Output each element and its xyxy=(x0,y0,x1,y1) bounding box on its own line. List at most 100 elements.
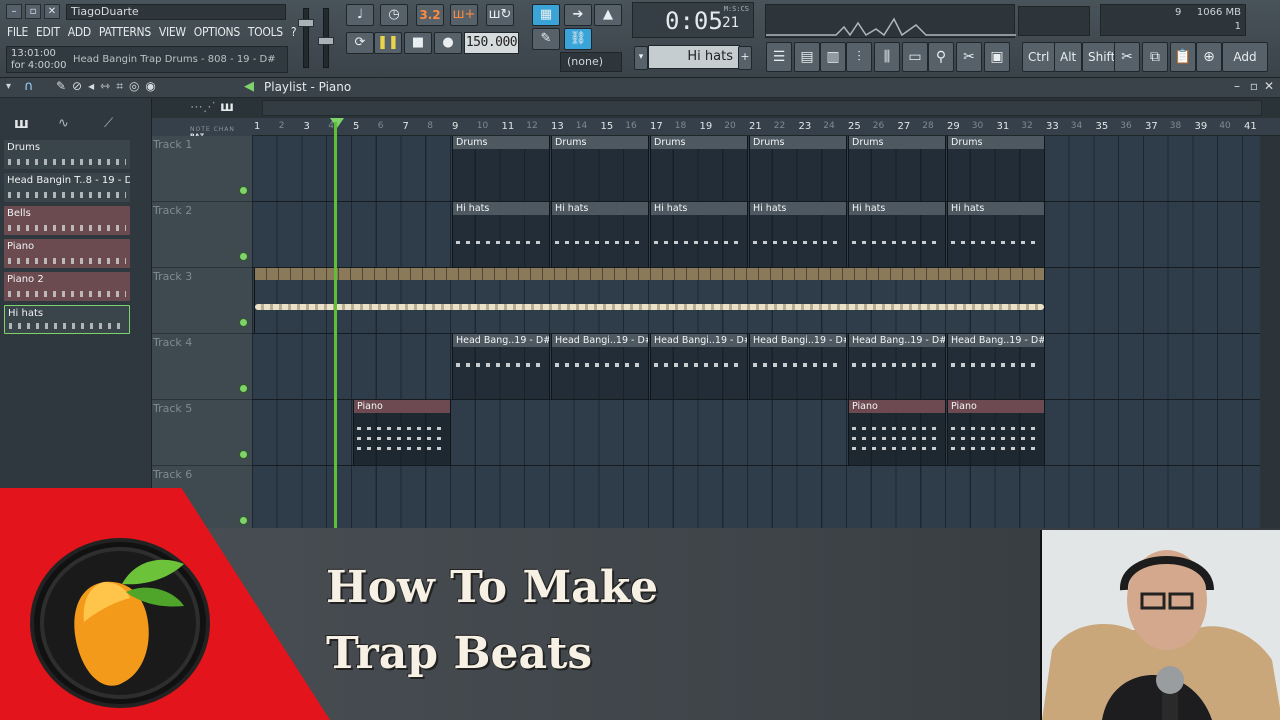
track-enable-led[interactable] xyxy=(239,384,248,393)
cut-icon[interactable]: ✂ xyxy=(1114,42,1140,72)
patterns-tab-icon[interactable]: ш xyxy=(14,116,29,132)
pattern-selector[interactable]: Hi hats xyxy=(648,45,740,69)
channel-selector[interactable]: (none) xyxy=(560,52,622,72)
mixer-hat-icon[interactable]: ▲ xyxy=(594,4,622,26)
menu-view[interactable]: VIEW xyxy=(156,22,189,44)
playlist-clip[interactable]: Drums xyxy=(848,136,946,202)
minimize-icon[interactable]: – xyxy=(6,4,22,19)
copy-icon[interactable]: ⧉ xyxy=(1142,42,1168,72)
track-enable-led[interactable] xyxy=(239,252,248,261)
typing-keyboard-icon[interactable]: ▦ xyxy=(532,4,560,26)
pattern-item[interactable]: Hi hats xyxy=(4,305,130,334)
snap-icon[interactable]: ⊕ xyxy=(1196,42,1222,72)
playlist-tools[interactable]: ✎⊘◂⇿⌗◎◉ xyxy=(56,79,162,94)
tools-icon[interactable]: ✂ xyxy=(956,42,982,72)
playlist-clip[interactable]: Piano xyxy=(848,400,946,466)
step-edit-icon[interactable]: ш+ xyxy=(450,4,478,26)
audio-tab-icon[interactable]: ∿ xyxy=(58,116,69,131)
track-enable-led[interactable] xyxy=(239,318,248,327)
stop-button[interactable]: ■ xyxy=(404,32,432,54)
magnet-icon[interactable]: ∩ xyxy=(24,79,34,94)
browser-icon[interactable]: ▭ xyxy=(902,42,928,72)
master-pitch-knob[interactable] xyxy=(318,37,334,45)
menu-patterns[interactable]: PATTERNS xyxy=(96,22,154,44)
menu-tools[interactable]: TOOLS xyxy=(245,22,286,44)
channel-rack-icon[interactable]: ▥ xyxy=(820,42,846,72)
menu-file[interactable]: FILE xyxy=(4,22,31,44)
alt-key[interactable]: Alt xyxy=(1054,42,1083,72)
record-button[interactable]: ● xyxy=(434,32,462,54)
track-header[interactable]: Track 3 xyxy=(152,268,252,334)
playlist-clip[interactable]: Head Bang..19 - D# xyxy=(848,334,946,400)
horizontal-scrollbar[interactable] xyxy=(262,100,1262,116)
audio-clip-track[interactable] xyxy=(254,268,1045,334)
playlist-clip[interactable]: Hi hats xyxy=(947,202,1045,268)
window-close-icon[interactable]: ✕ xyxy=(1264,79,1274,93)
track-enable-led[interactable] xyxy=(239,516,248,525)
pattern-item[interactable]: Head Bangin T..8 - 19 - D# xyxy=(4,173,130,202)
playlist-clip[interactable]: Drums xyxy=(749,136,847,202)
piano-roll-icon[interactable]: ▤ xyxy=(794,42,820,72)
playlist-clip[interactable]: Drums xyxy=(551,136,649,202)
track-header[interactable]: Track 4 xyxy=(152,334,252,400)
playlist-clip[interactable]: Hi hats xyxy=(848,202,946,268)
pattern-item[interactable]: Piano xyxy=(4,239,130,268)
paste-icon[interactable]: 📋 xyxy=(1170,42,1196,72)
song-mode-icon[interactable]: ⟳ xyxy=(346,32,374,54)
playlist-clip[interactable]: Hi hats xyxy=(452,202,550,268)
playlist-clip[interactable]: Drums xyxy=(452,136,550,202)
mixer-icon[interactable]: ⫶ xyxy=(846,42,872,72)
playlist-clip[interactable]: Drums xyxy=(947,136,1045,202)
pause-button[interactable]: ❚❚ xyxy=(374,32,402,54)
playlist-clip[interactable]: Hi hats xyxy=(650,202,748,268)
close-icon[interactable]: ✕ xyxy=(44,4,60,19)
playlist-clip[interactable]: Head Bangi..19 - D# xyxy=(551,334,649,400)
master-volume-knob[interactable] xyxy=(298,19,314,27)
playlist-icon[interactable]: ☰ xyxy=(766,42,792,72)
track-header[interactable]: Track 1 xyxy=(152,136,252,202)
playhead-line[interactable] xyxy=(334,122,337,528)
pattern-mode[interactable]: 3.2 xyxy=(416,4,444,26)
track-header[interactable]: Track 5 xyxy=(152,400,252,466)
playlist-grid[interactable]: Drums Drums Drums Drums Drums Drums Hi hats Hi … xyxy=(252,136,1260,528)
loop-record-icon[interactable]: ш↻ xyxy=(486,4,514,26)
timeline-ruler[interactable]: 1 2 3 4 5 6 7 8 9 10 11 12 13 14 15 16 17 18 19 20 21 22 23 24 2… xyxy=(252,118,1280,136)
playlist-clip[interactable]: Head Bang..19 - D# xyxy=(452,334,550,400)
window-minimize-icon[interactable]: – xyxy=(1234,79,1240,93)
pattern-item[interactable]: Drums xyxy=(4,140,130,169)
master-volume-slider[interactable] xyxy=(298,8,314,68)
pattern-item[interactable]: Piano 2 xyxy=(4,272,130,301)
menu-options[interactable]: OPTIONS xyxy=(191,22,243,44)
menu-add[interactable]: ADD xyxy=(65,22,94,44)
link-icon[interactable]: ⛓ xyxy=(564,28,592,50)
playlist-clip[interactable]: Hi hats xyxy=(551,202,649,268)
dropdown-arrow-icon[interactable]: ▾ xyxy=(6,81,11,92)
playlist-clip[interactable]: Piano xyxy=(353,400,451,466)
play-source-icon[interactable]: ◀ xyxy=(244,79,254,94)
track-enable-led[interactable] xyxy=(239,450,248,459)
arrow-right-icon[interactable]: ➔ xyxy=(564,4,592,26)
playhead-marker-icon[interactable] xyxy=(330,118,344,128)
plugin-icon[interactable]: ⚲ xyxy=(928,42,954,72)
playlist-clip[interactable]: Head Bang..19 - D# xyxy=(947,334,1045,400)
metronome-icon[interactable]: ♩ xyxy=(346,4,374,26)
playlist-clip[interactable]: Head Bangi..19 - D# xyxy=(650,334,748,400)
pen-icon[interactable]: ✎ xyxy=(532,28,560,50)
window-restore-icon[interactable]: ▫ xyxy=(1250,79,1258,93)
playlist-clip[interactable]: Piano xyxy=(947,400,1045,466)
restore-icon[interactable]: ▫ xyxy=(25,4,41,19)
vertical-scrollbar[interactable] xyxy=(1260,136,1280,528)
automation-tab-icon[interactable]: ⟋ xyxy=(104,116,113,131)
pattern-item[interactable]: Bells xyxy=(4,206,130,235)
menu-edit[interactable]: EDIT xyxy=(33,22,63,44)
ctrl-key[interactable]: Ctrl xyxy=(1022,42,1056,72)
pattern-prev-icon[interactable]: ▾ xyxy=(634,46,648,70)
equalizer-icon[interactable]: ⫼ xyxy=(874,42,900,72)
wait-input-icon[interactable]: ◷ xyxy=(380,4,408,26)
video-icon[interactable]: ▣ xyxy=(984,42,1010,72)
pattern-add-icon[interactable]: + xyxy=(738,46,752,70)
master-pitch-slider[interactable] xyxy=(318,8,334,68)
playlist-clip[interactable]: Drums xyxy=(650,136,748,202)
tempo-display[interactable]: 150.000 xyxy=(464,32,519,54)
add-button[interactable]: Add xyxy=(1222,42,1268,72)
